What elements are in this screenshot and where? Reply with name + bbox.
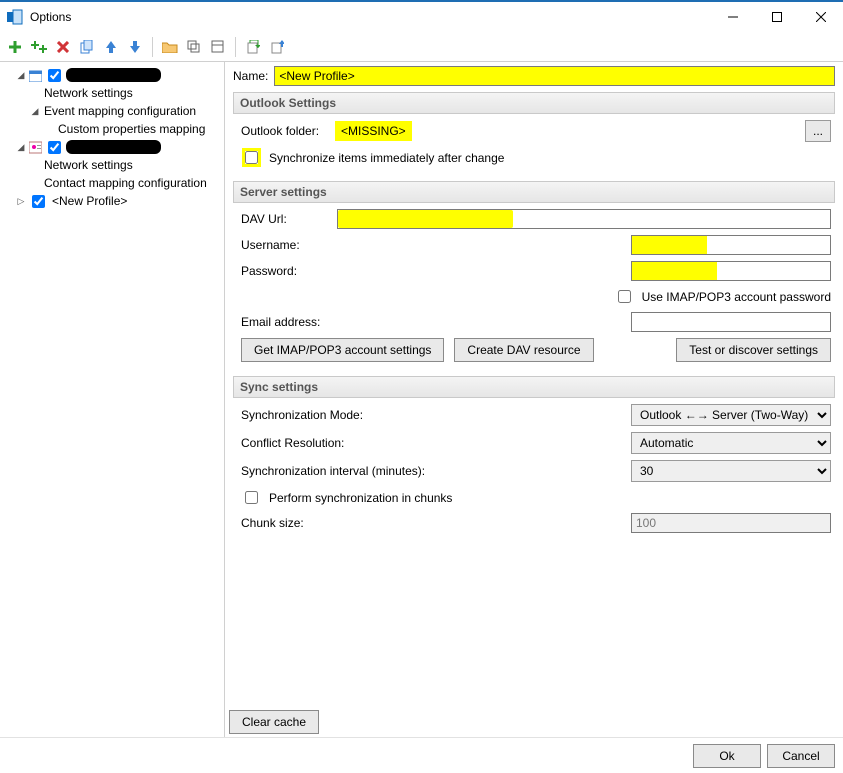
contact-icon	[28, 140, 42, 154]
name-label: Name:	[233, 69, 268, 83]
profile-active-checkbox[interactable]	[32, 195, 45, 208]
highlight-annotation	[338, 210, 513, 228]
profile-tree[interactable]: ◢ Network settings ◢ Eve	[0, 62, 225, 737]
conflict-resolution-label: Conflict Resolution:	[241, 436, 623, 450]
profile-active-checkbox[interactable]	[48, 69, 61, 82]
collapse-all-icon[interactable]	[183, 36, 205, 58]
highlight-annotation	[632, 262, 717, 280]
export-profiles-icon[interactable]	[242, 36, 264, 58]
username-label: Username:	[241, 238, 329, 252]
email-address-label: Email address:	[241, 315, 329, 329]
tree-item-event-mapping[interactable]: ◢ Event mapping configuration	[30, 102, 224, 120]
sync-mode-select[interactable]: Outlook ←→ Server (Two-Way)	[631, 404, 831, 426]
outlook-folder-label: Outlook folder:	[241, 124, 329, 138]
highlight-annotation	[632, 236, 707, 254]
email-address-input[interactable]	[631, 312, 831, 332]
options-window: Options ◢	[0, 0, 843, 773]
ok-button[interactable]: Ok	[693, 744, 761, 768]
server-settings-header: Server settings	[233, 181, 835, 203]
window-title: Options	[30, 10, 71, 24]
open-data-folder-icon[interactable]	[159, 36, 181, 58]
chunk-size-label: Chunk size:	[241, 516, 623, 530]
create-dav-resource-button[interactable]: Create DAV resource	[454, 338, 593, 362]
get-imap-settings-button[interactable]: Get IMAP/POP3 account settings	[241, 338, 444, 362]
sync-interval-select[interactable]: 30	[631, 460, 831, 482]
use-imap-password-checkbox[interactable]	[618, 290, 631, 303]
copy-icon[interactable]	[76, 36, 98, 58]
expand-toggle-icon[interactable]: ▷	[16, 196, 26, 206]
minimize-button[interactable]	[711, 2, 755, 32]
tree-item-new-profile[interactable]: ▷ <New Profile>	[16, 192, 224, 210]
add-profile-icon[interactable]	[4, 36, 26, 58]
use-imap-password-label: Use IMAP/POP3 account password	[642, 290, 831, 304]
redacted-profile-name	[66, 68, 161, 82]
app-icon	[6, 8, 24, 26]
sync-immediately-label: Synchronize items immediately after chan…	[269, 151, 504, 165]
profile-form: Name: Outlook Settings Outlook folder: <…	[225, 62, 843, 737]
tree-item-network-settings[interactable]: Network settings	[30, 156, 224, 174]
password-label: Password:	[241, 264, 329, 278]
maximize-button[interactable]	[755, 2, 799, 32]
tree-item-network-settings[interactable]: Network settings	[30, 84, 224, 102]
sync-mode-label: Synchronization Mode:	[241, 408, 623, 422]
test-settings-button[interactable]: Test or discover settings	[676, 338, 831, 362]
outlook-settings-header: Outlook Settings	[233, 92, 835, 114]
toolbar-separator	[235, 37, 236, 57]
dav-url-label: DAV Url:	[241, 212, 329, 226]
toolbar	[0, 32, 843, 62]
delete-icon[interactable]	[52, 36, 74, 58]
sync-in-chunks-checkbox[interactable]	[245, 491, 258, 504]
move-down-icon[interactable]	[124, 36, 146, 58]
sync-immediately-checkbox[interactable]	[245, 151, 258, 164]
tree-item-contact-mapping[interactable]: Contact mapping configuration	[30, 174, 224, 192]
browse-folder-button[interactable]: ...	[805, 120, 831, 142]
tree-item-custom-properties-mapping[interactable]: Custom properties mapping	[44, 120, 224, 138]
dialog-footer: Ok Cancel	[0, 737, 843, 773]
sync-settings-header: Sync settings	[233, 376, 835, 398]
tree-item-profile-contact[interactable]: ◢	[16, 138, 224, 156]
sync-interval-label: Synchronization interval (minutes):	[241, 464, 623, 478]
calendar-icon	[28, 68, 42, 82]
redacted-profile-name	[66, 140, 161, 154]
clear-cache-button[interactable]: Clear cache	[229, 710, 319, 734]
move-up-icon[interactable]	[100, 36, 122, 58]
cancel-button[interactable]: Cancel	[767, 744, 835, 768]
expand-toggle-icon[interactable]: ◢	[30, 106, 40, 116]
import-profiles-icon[interactable]	[266, 36, 288, 58]
outlook-folder-value: <MISSING>	[337, 123, 410, 139]
profile-active-checkbox[interactable]	[48, 141, 61, 154]
close-button[interactable]	[799, 2, 843, 32]
expand-all-icon[interactable]	[207, 36, 229, 58]
expand-toggle-icon[interactable]: ◢	[16, 142, 26, 152]
add-multiple-icon[interactable]	[28, 36, 50, 58]
sync-in-chunks-label: Perform synchronization in chunks	[269, 491, 452, 505]
titlebar: Options	[0, 2, 843, 32]
chunk-size-input	[631, 513, 831, 533]
expand-toggle-icon[interactable]: ◢	[16, 70, 26, 80]
tree-item-profile-calendar[interactable]: ◢	[16, 66, 224, 84]
conflict-resolution-select[interactable]: Automatic	[631, 432, 831, 454]
name-input[interactable]	[274, 66, 835, 86]
toolbar-separator	[152, 37, 153, 57]
